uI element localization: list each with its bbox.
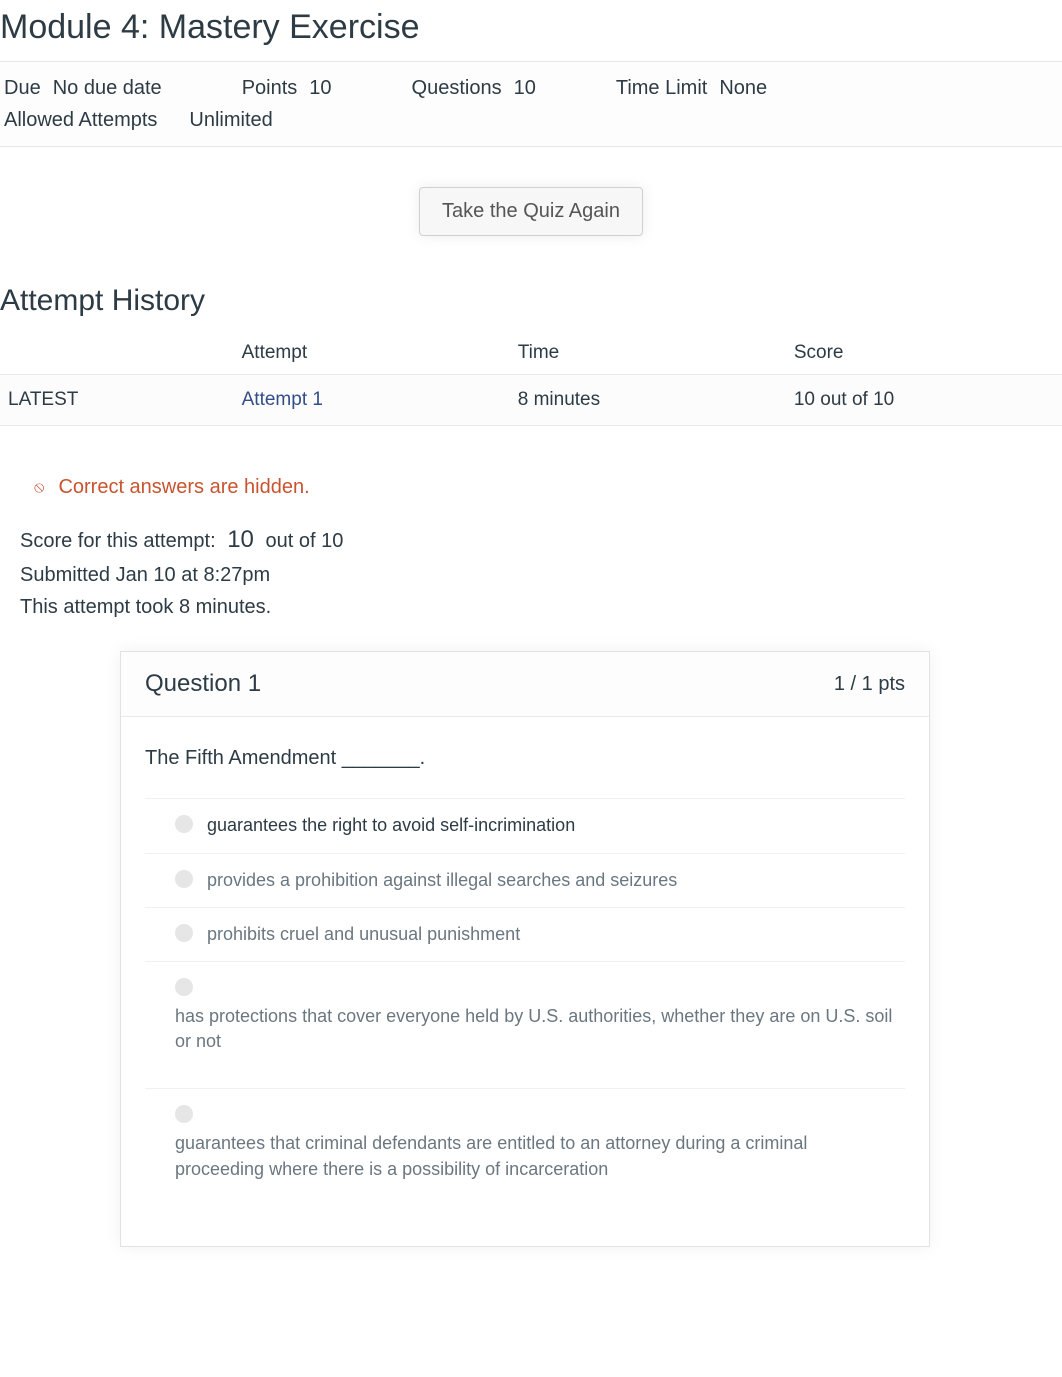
- attempt-history-table: Attempt Time Score LATEST Attempt 1 8 mi…: [0, 332, 1062, 426]
- answer-option: guarantees that criminal defendants are …: [145, 1088, 905, 1195]
- meta-timelimit: Time Limit None: [616, 72, 767, 104]
- history-time-cell: 8 minutes: [510, 375, 786, 426]
- score-value: 10: [221, 526, 260, 553]
- answer-text: guarantees the right to avoid self-incri…: [207, 813, 895, 838]
- answer-option: has protections that cover everyone held…: [145, 961, 905, 1068]
- answer-text: provides a prohibition against illegal s…: [207, 868, 895, 893]
- history-header-score: Score: [786, 332, 1062, 375]
- attempt-history-title: Attempt History: [0, 266, 1062, 332]
- history-header-attempt: Attempt: [234, 332, 510, 375]
- score-line: Score for this attempt: 10 out of 10: [20, 521, 1062, 559]
- answer-text: has protections that cover everyone held…: [175, 1004, 895, 1054]
- meta-due-label: Due: [4, 72, 41, 104]
- meta-timelimit-label: Time Limit: [616, 72, 707, 104]
- duration-line: This attempt took 8 minutes.: [20, 591, 1062, 623]
- meta-allowed-value: Unlimited: [189, 104, 272, 136]
- meta-points: Points 10: [242, 72, 332, 104]
- meta-questions-value: 10: [514, 72, 536, 104]
- take-quiz-again-button[interactable]: Take the Quiz Again: [419, 187, 643, 236]
- history-latest-cell: LATEST: [0, 375, 234, 426]
- meta-timelimit-value: None: [719, 72, 767, 104]
- radio-icon: [175, 815, 193, 833]
- meta-due: Due No due date: [4, 72, 162, 104]
- page-title: Module 4: Mastery Exercise: [0, 0, 1062, 61]
- question-points: 1 / 1 pts: [834, 673, 905, 696]
- answer-text: guarantees that criminal defendants are …: [175, 1131, 895, 1181]
- history-score-cell: 10 out of 10: [786, 375, 1062, 426]
- meta-allowed: Allowed Attempts Unlimited: [4, 104, 273, 136]
- eye-off-icon: ⦸: [34, 479, 44, 497]
- radio-icon: [175, 978, 193, 996]
- answer-option: provides a prohibition against illegal s…: [145, 853, 905, 907]
- answer-option: prohibits cruel and unusual punishment: [145, 907, 905, 961]
- attempt-link[interactable]: Attempt 1: [242, 389, 323, 410]
- question-heading: Question 1: [145, 670, 261, 698]
- meta-questions: Questions 10: [412, 72, 536, 104]
- history-header-blank: [0, 332, 234, 375]
- question-prompt: The Fifth Amendment _______.: [145, 747, 905, 770]
- answer-option: guarantees the right to avoid self-incri…: [145, 798, 905, 852]
- hidden-note-text: Correct answers are hidden.: [58, 476, 309, 499]
- meta-points-value: 10: [309, 72, 331, 104]
- meta-due-value: No due date: [53, 72, 162, 104]
- score-suffix: out of 10: [265, 530, 343, 552]
- meta-questions-label: Questions: [412, 72, 502, 104]
- radio-icon: [175, 1105, 193, 1123]
- radio-icon: [175, 924, 193, 942]
- radio-icon: [175, 870, 193, 888]
- submitted-line: Submitted Jan 10 at 8:27pm: [20, 559, 1062, 591]
- table-row: LATEST Attempt 1 8 minutes 10 out of 10: [0, 375, 1062, 426]
- question-card: Question 1 1 / 1 pts The Fifth Amendment…: [120, 651, 930, 1246]
- meta-allowed-label: Allowed Attempts: [4, 104, 157, 136]
- score-prefix: Score for this attempt:: [20, 530, 216, 552]
- quiz-meta-bar: Due No due date Points 10 Questions 10 T…: [0, 61, 1062, 147]
- answer-text: prohibits cruel and unusual punishment: [207, 922, 895, 947]
- meta-points-label: Points: [242, 72, 298, 104]
- correct-answers-hidden-note: ⦸ Correct answers are hidden.: [0, 426, 1062, 511]
- history-header-time: Time: [510, 332, 786, 375]
